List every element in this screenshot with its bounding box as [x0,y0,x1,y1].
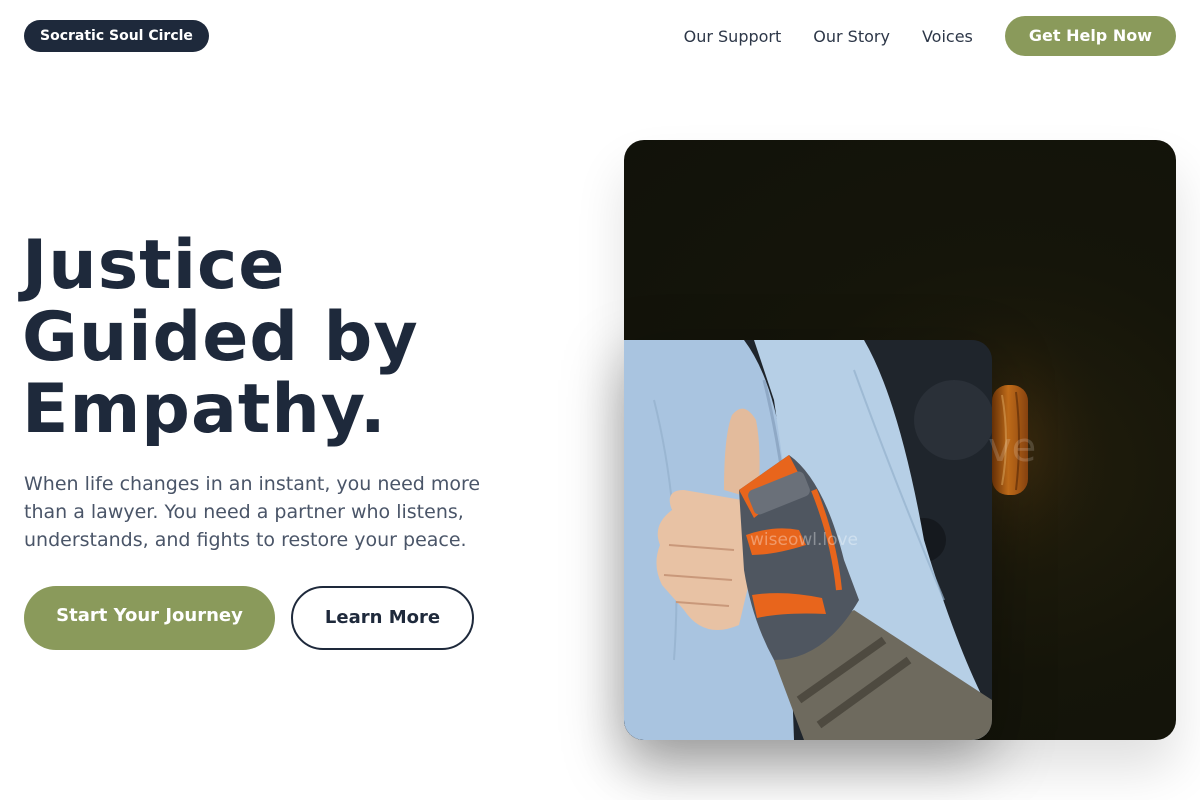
learn-more-button[interactable]: Learn More [291,586,474,650]
nav-link-our-support[interactable]: Our Support [684,27,782,46]
nav-link-our-story[interactable]: Our Story [813,27,890,46]
start-your-journey-button[interactable]: Start Your Journey [24,586,275,650]
hero-subtitle-line: than a lawyer. You need a partner who li… [24,501,464,523]
brand-logo[interactable]: Socratic Soul Circle [24,20,209,52]
nav-link-voices[interactable]: Voices [922,27,973,46]
wrist-brace-thumbs-up-illustration [624,340,992,740]
hero-title: Justice Guided by Empathy. [22,230,582,446]
hero-subtitle: When life changes in an instant, you nee… [24,470,524,554]
hero-photo [624,340,992,740]
hero-title-line: Guided by [22,298,419,377]
hero-subtitle-line: understands, and fights to restore your … [24,529,467,551]
hero-title-line: Empathy. [22,370,387,449]
hero-subtitle-line: When life changes in an instant, you nee… [24,473,481,495]
hero-title-line: Justice [22,226,286,305]
get-help-now-button[interactable]: Get Help Now [1004,16,1176,56]
landing-page: Socratic Soul Circle Our Support Our Sto… [0,0,1200,800]
main-nav: Our Support Our Story Voices Get Help No… [684,16,1176,56]
